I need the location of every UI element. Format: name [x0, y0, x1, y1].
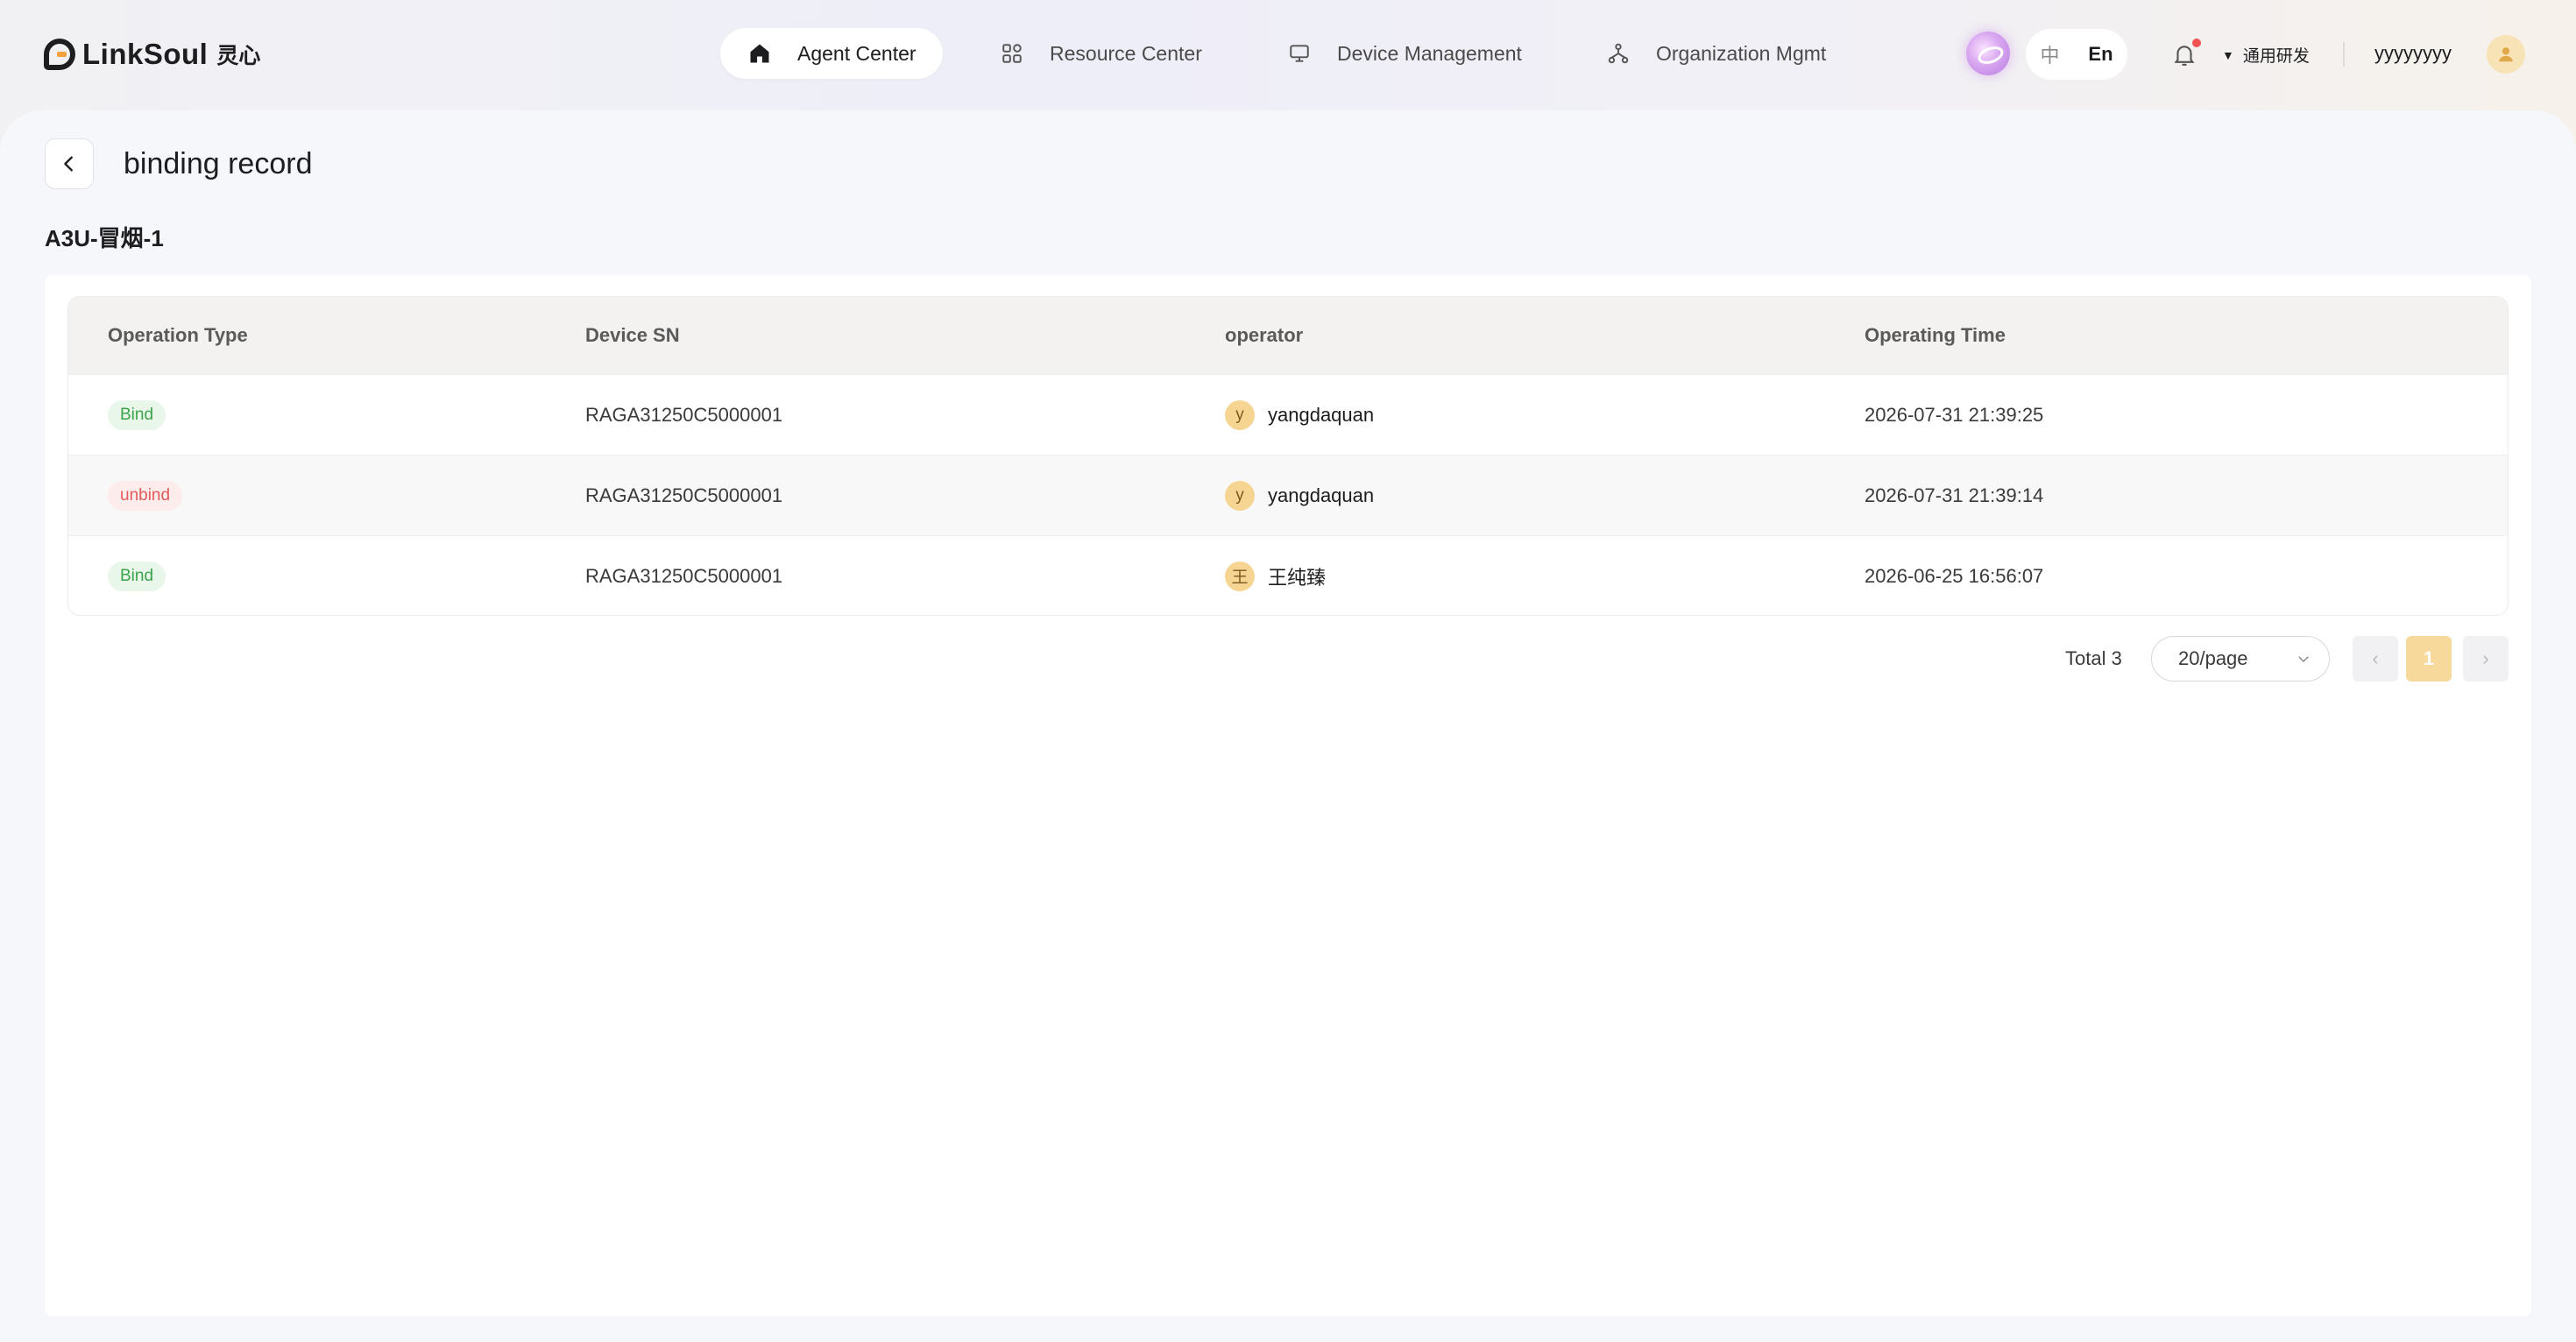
nav-agent-center[interactable]: Agent Center: [720, 28, 943, 79]
operating-time-cell: 2026-07-31 21:39:25: [1865, 403, 2044, 426]
device-sn-cell: RAGA31250C5000001: [585, 403, 783, 426]
organization-name: 通用研发: [2242, 47, 2310, 66]
top-navigation-bar: LinkSoul 灵心 Agent Center Resource Center…: [0, 0, 2576, 110]
column-header-operating-time: Operating Time: [1865, 324, 2006, 346]
operator-avatar: y: [1225, 399, 1255, 430]
brand-name: LinkSoul: [82, 38, 209, 70]
header-divider: [2343, 42, 2345, 67]
table-row: unbind RAGA31250C5000001 y yangdaquan 20…: [68, 455, 2508, 535]
page-number-button[interactable]: 1: [2406, 636, 2452, 682]
nav-device-management[interactable]: Device Management: [1286, 28, 1549, 79]
records-card: Operation Type Device SN operator Operat…: [45, 275, 2531, 1316]
grid-icon: [999, 40, 1025, 67]
prev-page-button[interactable]: ‹: [2353, 636, 2398, 682]
brand-cn-name: 灵心: [216, 44, 261, 68]
nav-resource-center[interactable]: Resource Center: [999, 28, 1227, 79]
user-icon: [2499, 47, 2513, 62]
operator-avatar: y: [1225, 480, 1255, 511]
operator-name: yangdaquan: [1268, 403, 1375, 426]
organization-selector[interactable]: ▼ 通用研发: [2222, 43, 2310, 67]
chevron-left-icon: [64, 156, 73, 172]
language-switch[interactable]: 中 En: [2026, 29, 2127, 80]
device-sn-cell: RAGA31250C5000001: [585, 564, 783, 587]
device-sn-cell: RAGA31250C5000001: [585, 484, 783, 506]
column-header-operator: operator: [1225, 324, 1304, 346]
operator-avatar: 王: [1225, 561, 1255, 591]
column-header-operation-type: Operation Type: [108, 324, 248, 346]
linksoul-logo-icon: [44, 39, 75, 70]
operator-cell: y yangdaquan: [1225, 480, 1865, 511]
binding-record-table: Operation Type Device SN operator Operat…: [67, 296, 2509, 616]
device-name: A3U-冒烟-1: [45, 225, 164, 251]
monitor-icon: [1286, 40, 1313, 67]
main-panel: binding record A3U-冒烟-1 Operation Type D…: [0, 110, 2576, 1342]
operator-name: 王纯臻: [1268, 566, 1327, 589]
notification-badge: [2192, 39, 2201, 47]
operator-name: yangdaquan: [1268, 484, 1375, 506]
nav-organization-mgmt-label: Organization Mgmt: [1656, 41, 1827, 65]
page-size-select[interactable]: 20/page: [2151, 636, 2330, 682]
operator-cell: y yangdaquan: [1225, 399, 1865, 430]
table-row: Bind RAGA31250C5000001 y yangdaquan 2026…: [68, 374, 2508, 455]
lang-option-en[interactable]: En: [2088, 43, 2112, 66]
org-tree-icon: [1605, 40, 1631, 67]
operation-type-tag: Bind: [108, 561, 166, 591]
operating-time-cell: 2026-07-31 21:39:14: [1865, 484, 2044, 506]
column-header-device-sn: Device SN: [585, 324, 680, 346]
operating-time-cell: 2026-06-25 16:56:07: [1865, 564, 2044, 587]
back-button[interactable]: [45, 138, 94, 189]
caret-down-icon: ▼: [2222, 47, 2234, 62]
nav-device-management-label: Device Management: [1337, 41, 1522, 65]
pagination-total: Total 3: [2065, 647, 2122, 669]
chevron-down-icon: [2298, 656, 2309, 663]
brand-logo[interactable]: LinkSoul 灵心: [44, 35, 260, 74]
lang-option-zh[interactable]: 中: [2040, 40, 2059, 68]
operation-type-tag: unbind: [108, 480, 183, 511]
nav-resource-center-label: Resource Center: [1050, 41, 1202, 65]
ai-assistant-icon[interactable]: [1966, 32, 2010, 75]
table-row: Bind RAGA31250C5000001 王 王纯臻 2026-06-25 …: [68, 535, 2508, 615]
nav-organization-mgmt[interactable]: Organization Mgmt: [1605, 28, 1868, 79]
user-avatar[interactable]: [2487, 35, 2525, 74]
username[interactable]: yyyyyyyy: [2374, 42, 2452, 65]
page-title: binding record: [124, 147, 313, 180]
table-header: Operation Type Device SN operator Operat…: [68, 297, 2508, 374]
page-size-value: 20/page: [2178, 647, 2248, 669]
operation-type-tag: Bind: [108, 399, 166, 430]
operator-cell: 王 王纯臻: [1225, 561, 1865, 591]
next-page-button[interactable]: ›: [2463, 636, 2509, 682]
nav-agent-center-label: Agent Center: [797, 41, 916, 65]
home-icon: [747, 40, 773, 67]
